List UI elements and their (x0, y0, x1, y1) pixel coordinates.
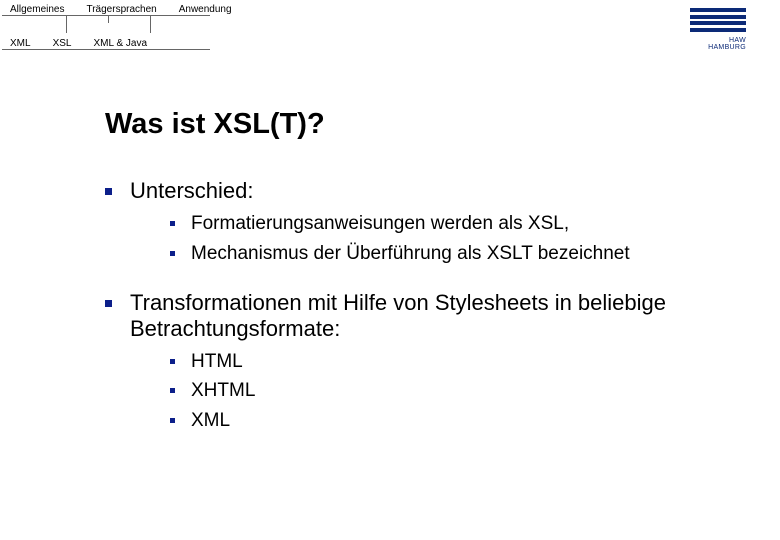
list-item: Transformationen mit Hilfe von Styleshee… (105, 290, 750, 433)
list-item: Unterschied: Formatierungsanweisungen we… (105, 178, 750, 266)
nav-underline-2 (2, 49, 210, 50)
content: Unterschied: Formatierungsanweisungen we… (105, 160, 750, 433)
bullet-icon (105, 300, 112, 307)
sub-bullet-text: XML (191, 409, 230, 433)
sub-bullet-text: Formatierungsanweisungen werden als XSL, (191, 212, 569, 236)
list-item: HTML (170, 350, 750, 374)
bullet-icon (170, 388, 175, 393)
logo-haw-hamburg: HAW HAMBURG (690, 8, 746, 56)
logo-bars-icon (690, 8, 746, 32)
nav-tick (66, 15, 67, 33)
list-item: XML (170, 409, 750, 433)
header: Allgemeines Trägersprachen Anwendung XML… (0, 0, 780, 58)
list-item: XHTML (170, 379, 750, 403)
logo-text: HAW HAMBURG (690, 37, 746, 51)
sub-bullet-text: HTML (191, 350, 243, 374)
bullet-icon (170, 221, 175, 226)
bullet-text: Unterschied: (130, 178, 750, 204)
page-title: Was ist XSL(T)? (105, 108, 325, 141)
sub-bullet-text: Mechanismus der Überführung als XSLT bez… (191, 242, 630, 266)
list-item: Formatierungsanweisungen werden als XSL, (170, 212, 750, 236)
bullet-icon (170, 251, 175, 256)
nav-underline-1 (2, 15, 210, 16)
nav-tick (108, 15, 109, 23)
bullet-text: Transformationen mit Hilfe von Styleshee… (130, 290, 750, 342)
bullet-icon (105, 188, 112, 195)
list-item: Mechanismus der Überführung als XSLT bez… (170, 242, 750, 266)
sub-bullet-text: XHTML (191, 379, 255, 403)
bullet-icon (170, 418, 175, 423)
nav-tick (150, 15, 151, 33)
bullet-icon (170, 359, 175, 364)
